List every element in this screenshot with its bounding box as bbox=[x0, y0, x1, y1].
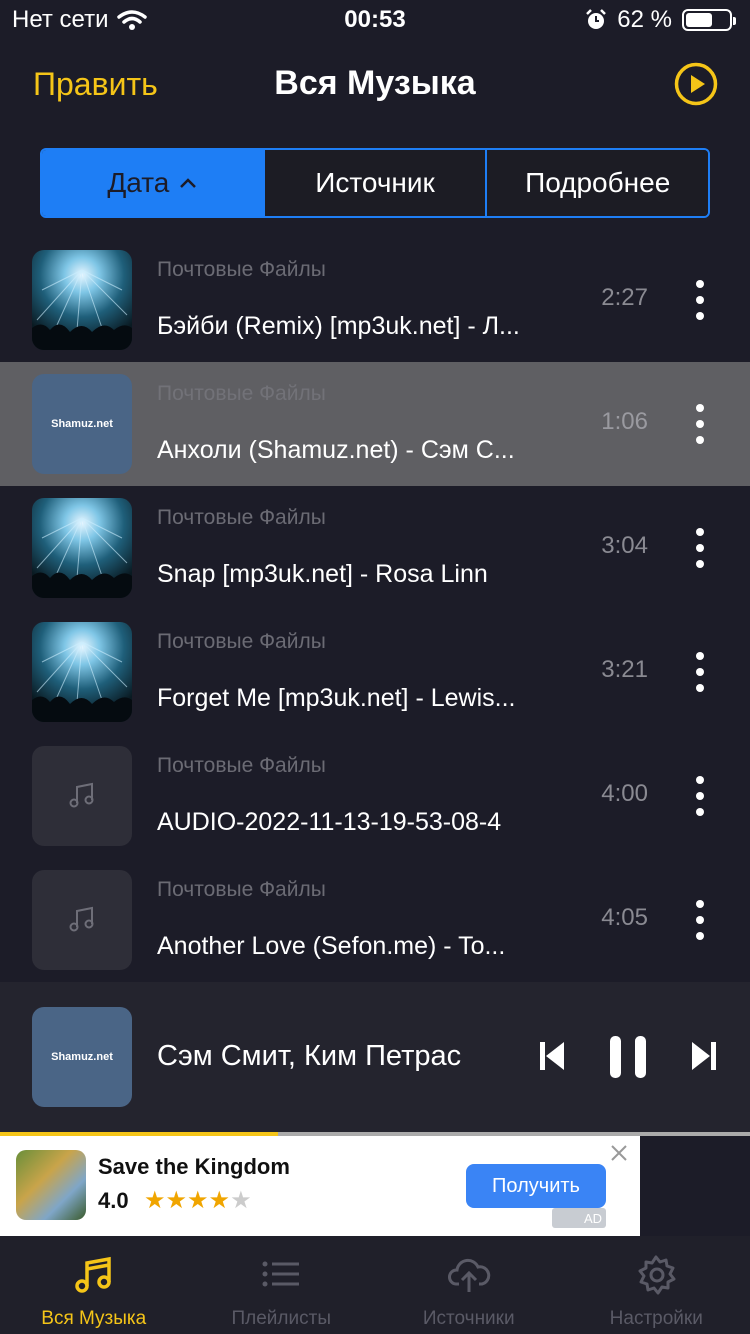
wifi-icon bbox=[116, 10, 147, 30]
tab-label: Плейлисты bbox=[231, 1308, 331, 1329]
now-playing-title: Сэм Смит, Ким Петрас bbox=[157, 1040, 462, 1072]
track-row[interactable]: Почтовые Файлы AUDIO-2022-11-13-19-53-08… bbox=[0, 734, 750, 858]
track-duration: 4:00 bbox=[601, 780, 648, 807]
pause-icon[interactable] bbox=[608, 1034, 648, 1080]
header: Править Вся Музыка bbox=[0, 50, 750, 120]
edit-button[interactable]: Править bbox=[33, 66, 158, 103]
ad-app-icon[interactable] bbox=[16, 1150, 86, 1220]
next-track-icon[interactable] bbox=[690, 1040, 718, 1072]
more-options-icon[interactable] bbox=[688, 404, 712, 444]
track-list: Почтовые Файлы Бэйби (Remix) [mp3uk.net]… bbox=[0, 238, 750, 982]
status-bar: Нет сети 00:53 62 % bbox=[0, 0, 750, 40]
more-options-icon[interactable] bbox=[688, 900, 712, 940]
star-icon: ★ bbox=[165, 1187, 188, 1214]
status-right: 62 % bbox=[585, 6, 736, 34]
tab-source-label: Источник bbox=[315, 167, 435, 198]
ad-side-space bbox=[640, 1136, 750, 1236]
track-row[interactable]: Почтовые Файлы Forget Me [mp3uk.net] - L… bbox=[0, 610, 750, 734]
carrier-label: Нет сети bbox=[12, 6, 109, 33]
tab-label: Настройки bbox=[609, 1308, 703, 1329]
star-icon: ★ bbox=[230, 1187, 252, 1214]
cloud-upload-icon bbox=[447, 1258, 490, 1292]
music-note-icon bbox=[75, 1256, 111, 1293]
album-art bbox=[32, 746, 132, 846]
album-art: Shamuz.net bbox=[32, 374, 132, 474]
track-source: Почтовые Файлы bbox=[157, 878, 326, 901]
tab-date-label: Дата bbox=[107, 167, 170, 198]
chevron-up-icon bbox=[180, 178, 197, 188]
tab-details-label: Подробнее bbox=[525, 167, 671, 198]
track-duration: 3:04 bbox=[601, 532, 648, 559]
track-title: Forget Me [mp3uk.net] - Lewis... bbox=[157, 684, 516, 712]
more-options-icon[interactable] bbox=[688, 528, 712, 568]
tab-settings[interactable]: Настройки bbox=[563, 1236, 750, 1334]
more-options-icon[interactable] bbox=[688, 652, 712, 692]
track-row[interactable]: Почтовые Файлы Бэйби (Remix) [mp3uk.net]… bbox=[0, 238, 750, 362]
battery-percent: 62 % bbox=[617, 6, 672, 33]
status-left: Нет сети bbox=[12, 6, 147, 34]
tab-label: Вся Музыка bbox=[41, 1308, 147, 1329]
now-playing-art: Shamuz.net bbox=[32, 1007, 132, 1107]
track-title: Snap [mp3uk.net] - Rosa Linn bbox=[157, 560, 488, 588]
mini-player[interactable]: Shamuz.net Сэм Смит, Ким Петрас bbox=[0, 982, 750, 1132]
star-icon: ★ bbox=[208, 1187, 231, 1214]
alarm-icon bbox=[586, 9, 607, 29]
close-icon[interactable] bbox=[610, 1144, 628, 1162]
playlist-icon bbox=[262, 1261, 300, 1287]
tab-details[interactable]: Подробнее bbox=[485, 150, 708, 216]
track-source: Почтовые Файлы bbox=[157, 754, 326, 777]
track-row[interactable]: Почтовые Файлы Another Love (Sefon.me) -… bbox=[0, 858, 750, 982]
track-row[interactable]: Shamuz.net Почтовые Файлы Анхоли (Shamuz… bbox=[0, 362, 750, 486]
tab-playlists[interactable]: Плейлисты bbox=[188, 1236, 376, 1334]
star-icon: ★ bbox=[144, 1187, 166, 1214]
album-art bbox=[32, 250, 132, 350]
track-duration: 1:06 bbox=[601, 408, 648, 435]
track-title: AUDIO-2022-11-13-19-53-08-4 bbox=[157, 808, 502, 836]
more-options-icon[interactable] bbox=[688, 280, 712, 320]
concert-art-icon bbox=[32, 622, 132, 722]
tab-bar: Вся Музыка Плейлисты Источники Настройки bbox=[0, 1236, 750, 1334]
ad-get-button[interactable]: Получить bbox=[466, 1164, 606, 1208]
ad-badge: AD bbox=[552, 1208, 606, 1228]
tab-label: Источники bbox=[422, 1308, 515, 1329]
sort-segmented-control: Дата Источник Подробнее bbox=[40, 148, 710, 218]
tab-sources[interactable]: Источники bbox=[375, 1236, 563, 1334]
album-art bbox=[32, 622, 132, 722]
gear-icon bbox=[638, 1255, 676, 1295]
tab-source[interactable]: Источник bbox=[262, 150, 486, 216]
track-source: Почтовые Файлы bbox=[157, 382, 326, 405]
track-duration: 2:27 bbox=[601, 284, 648, 311]
track-source: Почтовые Файлы bbox=[157, 630, 326, 653]
track-source: Почтовые Файлы bbox=[157, 506, 326, 529]
album-art bbox=[32, 870, 132, 970]
battery-icon bbox=[682, 9, 736, 31]
ad-stars: ★★★★★ bbox=[144, 1186, 252, 1215]
album-art bbox=[32, 498, 132, 598]
track-duration: 3:21 bbox=[601, 656, 648, 683]
tab-date[interactable]: Дата bbox=[42, 150, 263, 216]
now-playing-art-label: Shamuz.net bbox=[51, 1051, 113, 1063]
music-note-icon bbox=[69, 782, 94, 808]
concert-art-icon bbox=[32, 498, 132, 598]
ad-rating: 4.0 bbox=[98, 1188, 129, 1213]
play-circle-icon[interactable] bbox=[674, 62, 718, 106]
track-duration: 4:05 bbox=[601, 904, 648, 931]
ad-title: Save the Kingdom bbox=[98, 1154, 290, 1179]
previous-track-icon[interactable] bbox=[538, 1040, 566, 1072]
track-title: Бэйби (Remix) [mp3uk.net] - Л... bbox=[157, 312, 520, 340]
track-title: Another Love (Sefon.me) - To... bbox=[157, 932, 506, 960]
more-options-icon[interactable] bbox=[688, 776, 712, 816]
ad-banner[interactable]: Save the Kingdom 4.0 ★★★★★ Получить AD bbox=[0, 1136, 640, 1236]
track-source: Почтовые Файлы bbox=[157, 258, 326, 281]
music-note-icon bbox=[69, 906, 94, 932]
star-icon: ★ bbox=[187, 1187, 209, 1214]
track-title: Анхоли (Shamuz.net) - Сэм С... bbox=[157, 436, 515, 464]
track-row[interactable]: Почтовые Файлы Snap [mp3uk.net] - Rosa L… bbox=[0, 486, 750, 610]
tab-all-music[interactable]: Вся Музыка bbox=[0, 1236, 188, 1334]
concert-art-icon bbox=[32, 250, 132, 350]
album-art-label: Shamuz.net bbox=[51, 418, 113, 430]
